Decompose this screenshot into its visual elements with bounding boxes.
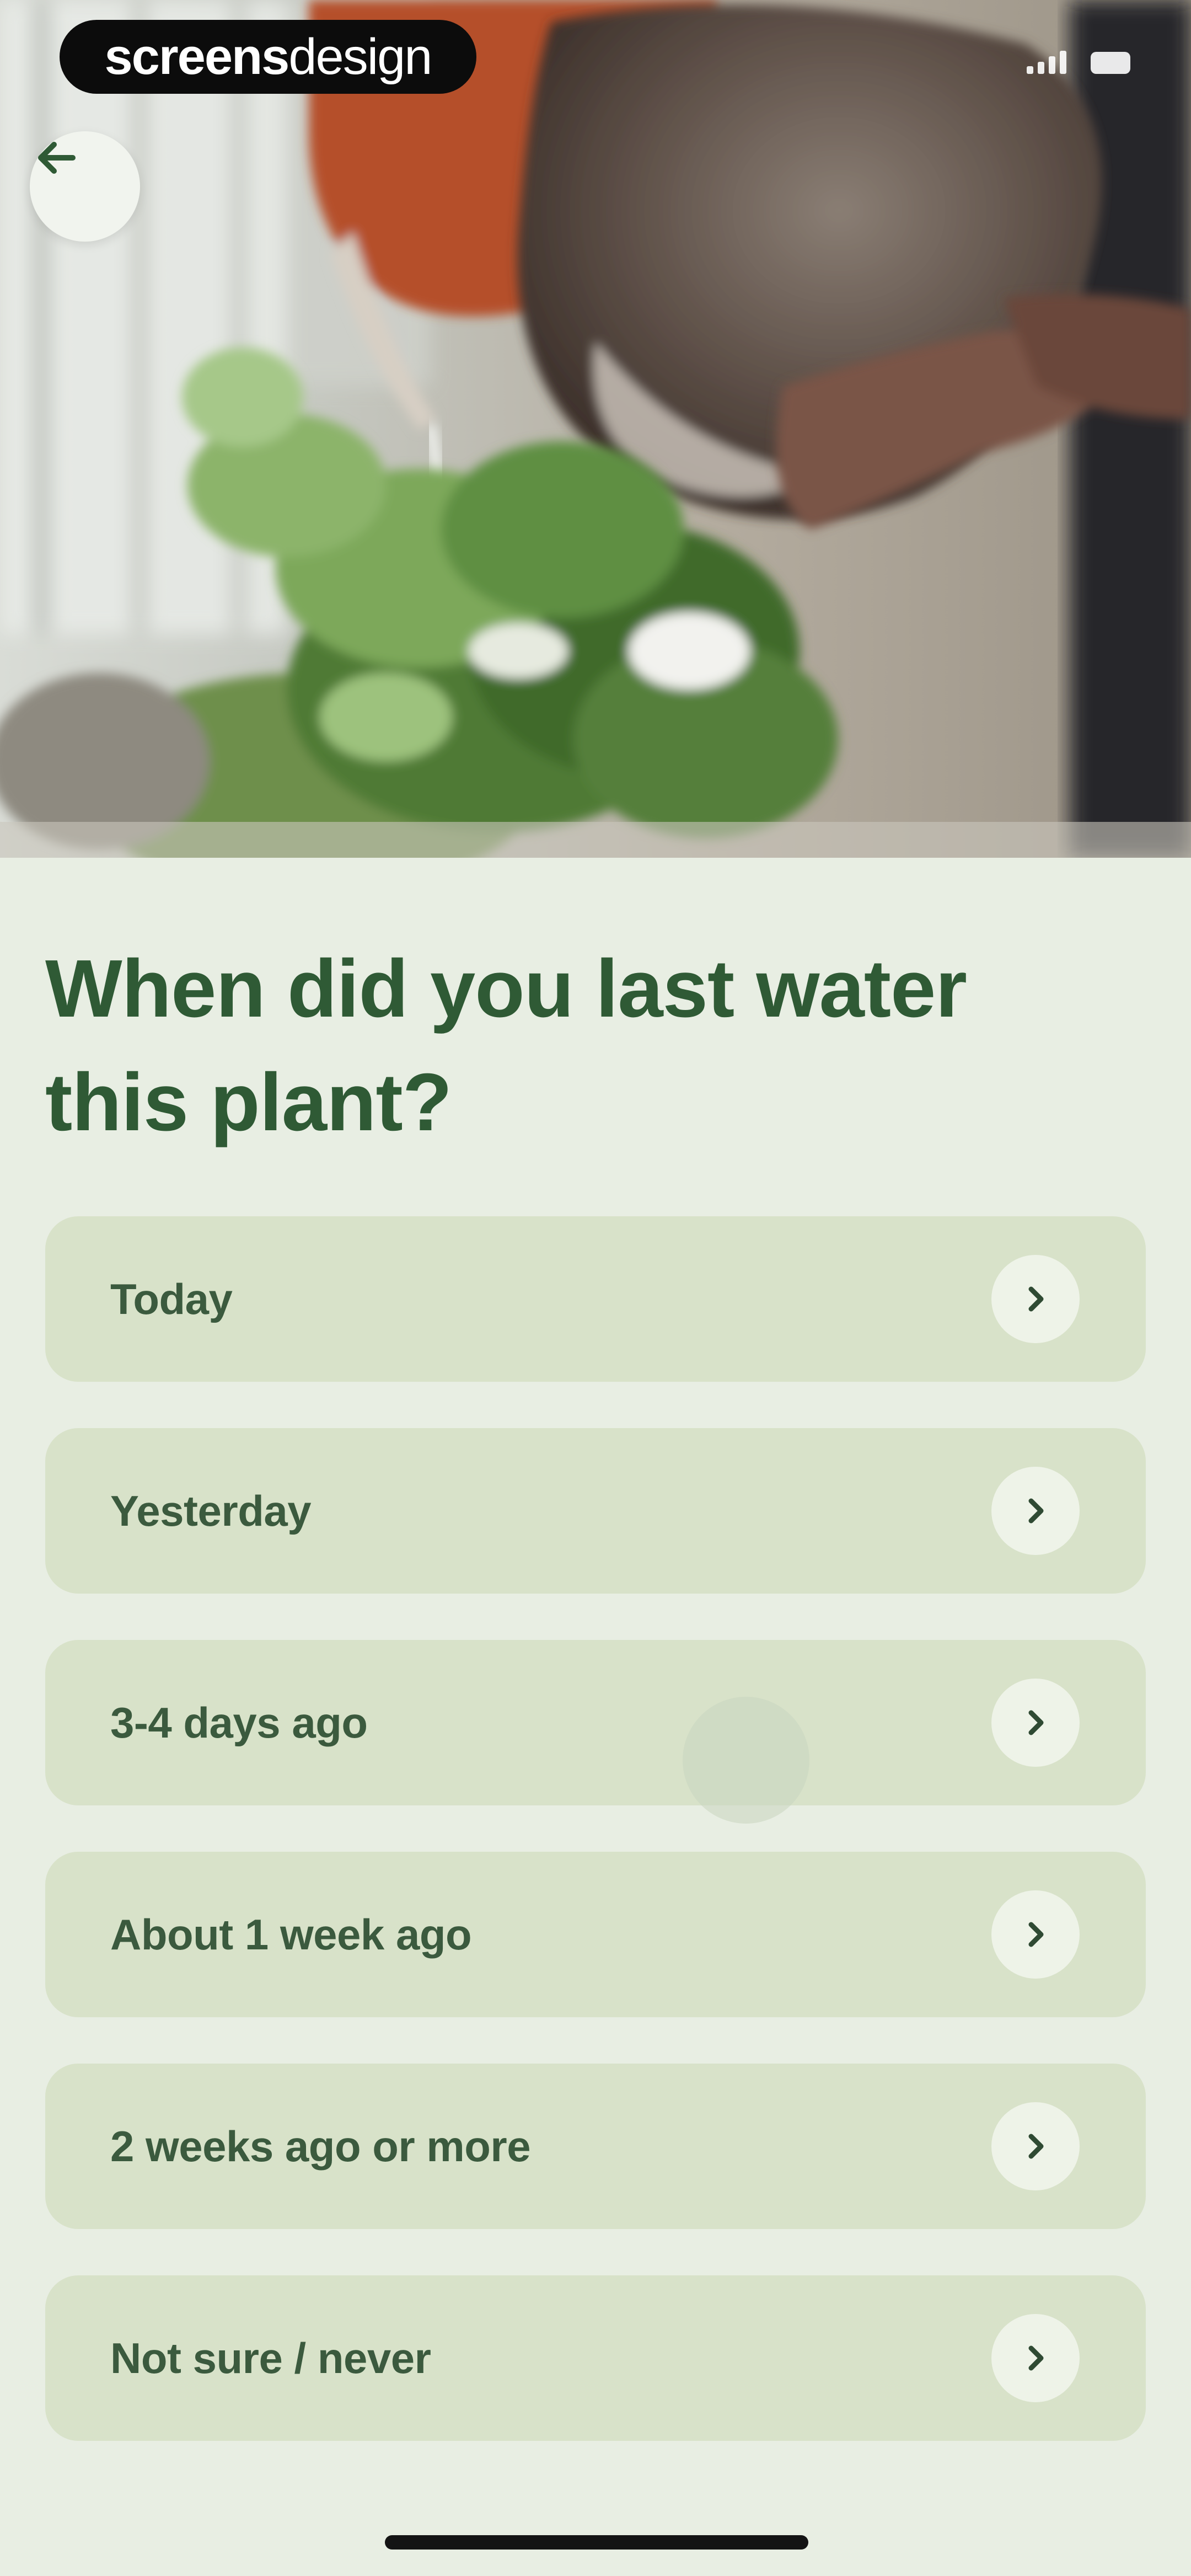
option-today[interactable]: Today xyxy=(45,1216,1146,1382)
watering-plant-illustration xyxy=(0,0,1191,858)
watermark-light-text: design xyxy=(288,28,432,85)
option-label: 2 weeks ago or more xyxy=(110,2121,531,2171)
battery-icon xyxy=(1091,52,1130,74)
chevron-right-icon xyxy=(991,2314,1080,2402)
option-label: Not sure / never xyxy=(110,2333,431,2382)
option-label: 3-4 days ago xyxy=(110,1698,368,1747)
arrow-left-icon xyxy=(38,142,76,174)
option-label: About 1 week ago xyxy=(110,1910,472,1959)
option-label: Yesterday xyxy=(110,1486,312,1535)
option-2-weeks-ago-or-more[interactable]: 2 weeks ago or more xyxy=(45,2064,1146,2229)
screensdesign-watermark: screens design xyxy=(60,20,476,94)
question-title: When did you last water this plant? xyxy=(45,943,967,1148)
chevron-right-icon xyxy=(991,2102,1080,2190)
answer-options-list: Today Yesterday 3-4 days ago About 1 wee… xyxy=(45,1216,1146,2487)
option-not-sure-never[interactable]: Not sure / never xyxy=(45,2275,1146,2441)
chevron-right-icon xyxy=(991,1890,1080,1979)
touch-ripple xyxy=(683,1697,809,1824)
option-label: Today xyxy=(110,1274,233,1323)
option-3-4-days-ago[interactable]: 3-4 days ago xyxy=(45,1640,1146,1805)
hero-photo: screens design xyxy=(0,0,1191,858)
status-bar-icons xyxy=(1027,49,1130,74)
watering-question-screen: screens design When did you last water th… xyxy=(0,0,1191,2576)
back-button[interactable] xyxy=(30,131,140,242)
chevron-right-icon xyxy=(991,1679,1080,1767)
wifi-icon xyxy=(1027,49,1191,858)
option-yesterday[interactable]: Yesterday xyxy=(45,1428,1146,1594)
watermark-bold-text: screens xyxy=(104,28,290,85)
home-indicator[interactable] xyxy=(385,2535,808,2550)
chevron-right-icon xyxy=(991,1255,1080,1343)
chevron-right-icon xyxy=(991,1467,1080,1555)
option-about-1-week-ago[interactable]: About 1 week ago xyxy=(45,1852,1146,2017)
